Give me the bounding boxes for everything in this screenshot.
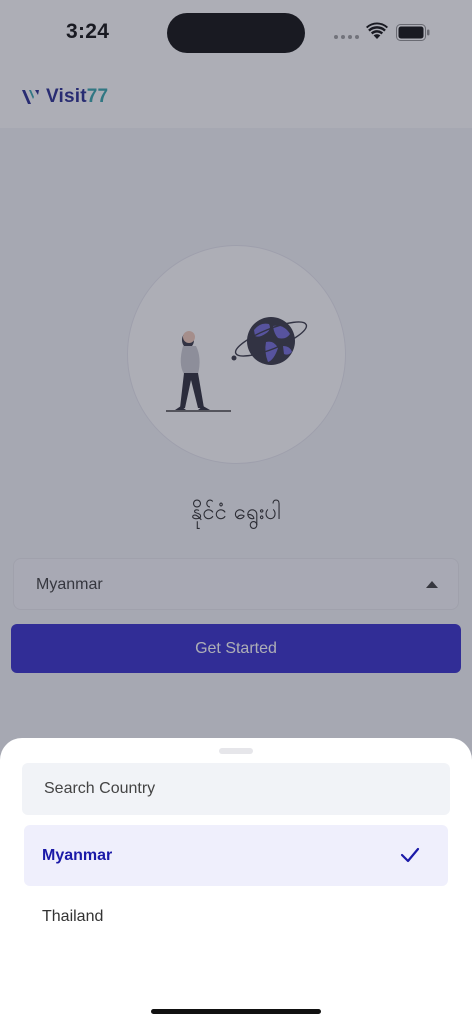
sheet-drag-handle[interactable]: [219, 748, 253, 754]
country-option-thailand[interactable]: Thailand: [24, 886, 448, 947]
home-indicator[interactable]: [151, 1009, 321, 1014]
country-option-label: Myanmar: [42, 847, 113, 864]
check-icon: [400, 847, 420, 863]
country-option-label: Thailand: [42, 908, 104, 925]
search-country-input[interactable]: [22, 763, 450, 815]
app-screen: 3:24 Visit77 နိုင်ငံ ရွေးပါ Myanmar Get …: [0, 0, 472, 1024]
country-picker-sheet: Myanmar Thailand: [0, 738, 472, 1024]
country-option-myanmar[interactable]: Myanmar: [24, 825, 448, 886]
